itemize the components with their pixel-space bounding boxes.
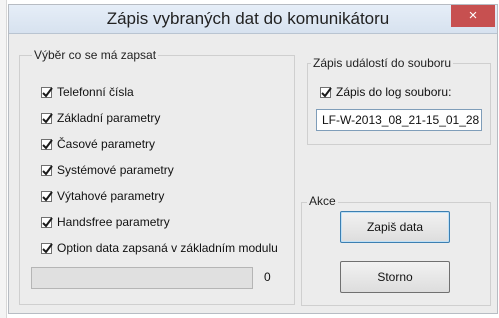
checkbox-log-file[interactable]: Zápis do log souboru: [320, 84, 451, 100]
checkmark-icon [42, 138, 53, 150]
checkbox-label: Zápis do log souboru: [336, 85, 452, 99]
select-data-legend: Výběr co se má zapsat [32, 48, 159, 62]
checkbox-zakladni-parametry[interactable]: Základní parametry [41, 110, 160, 126]
checkbox-systemove-parametry[interactable]: Systémové parametry [41, 162, 174, 178]
checkbox-box[interactable] [41, 138, 53, 150]
dialog-window: Zápis vybraných dat do komunikátoru × Vý… [8, 4, 498, 314]
checkbox-box[interactable] [41, 112, 53, 124]
progress-value: 0 [264, 270, 271, 284]
cancel-button[interactable]: Storno [340, 261, 450, 293]
checkbox-box[interactable] [41, 190, 53, 202]
checkmark-icon [42, 242, 53, 254]
checkbox-box[interactable] [41, 164, 53, 176]
checkbox-label: Základní parametry [57, 111, 161, 125]
checkbox-label: Systémové parametry [57, 163, 174, 177]
background-window-edge [0, 0, 7, 318]
checkmark-icon [42, 86, 53, 98]
checkmark-icon [42, 112, 53, 124]
title-bar: Zápis vybraných dat do komunikátoru × [9, 5, 497, 34]
checkmark-icon [42, 164, 53, 176]
checkmark-icon [42, 190, 53, 202]
checkbox-vytahove-parametry[interactable]: Výtahové parametry [41, 188, 164, 204]
log-filename-input[interactable]: LF-W-2013_08_21-15_01_28 [316, 109, 482, 131]
close-icon: × [468, 7, 478, 24]
checkbox-box[interactable] [41, 216, 53, 228]
progress-bar [31, 267, 253, 289]
checkbox-box[interactable] [320, 86, 332, 98]
checkbox-box[interactable] [41, 86, 53, 98]
checkmark-icon [321, 86, 332, 98]
checkbox-telefonni-cisla[interactable]: Telefonní čísla [41, 84, 134, 100]
write-data-button[interactable]: Zapiš data [340, 211, 450, 243]
checkbox-handsfree-parametry[interactable]: Handsfree parametry [41, 214, 170, 230]
checkbox-casove-parametry[interactable]: Časové parametry [41, 136, 155, 152]
checkbox-label: Výtahové parametry [57, 189, 165, 203]
actions-legend: Akce [307, 194, 338, 208]
checkbox-option-data[interactable]: Option data zapsaná v základním modulu [41, 240, 278, 256]
log-file-legend: Zápis událostí do souboru [311, 56, 454, 70]
checkbox-label: Telefonní čísla [57, 85, 134, 99]
log-file-group [307, 63, 491, 145]
checkbox-label: Option data zapsaná v základním modulu [57, 241, 278, 255]
checkbox-box[interactable] [41, 242, 53, 254]
close-button[interactable]: × [451, 5, 495, 27]
checkbox-label: Handsfree parametry [57, 215, 170, 229]
checkbox-label: Časové parametry [57, 137, 156, 151]
window-title: Zápis vybraných dat do komunikátoru [106, 9, 390, 28]
checkmark-icon [42, 216, 53, 228]
